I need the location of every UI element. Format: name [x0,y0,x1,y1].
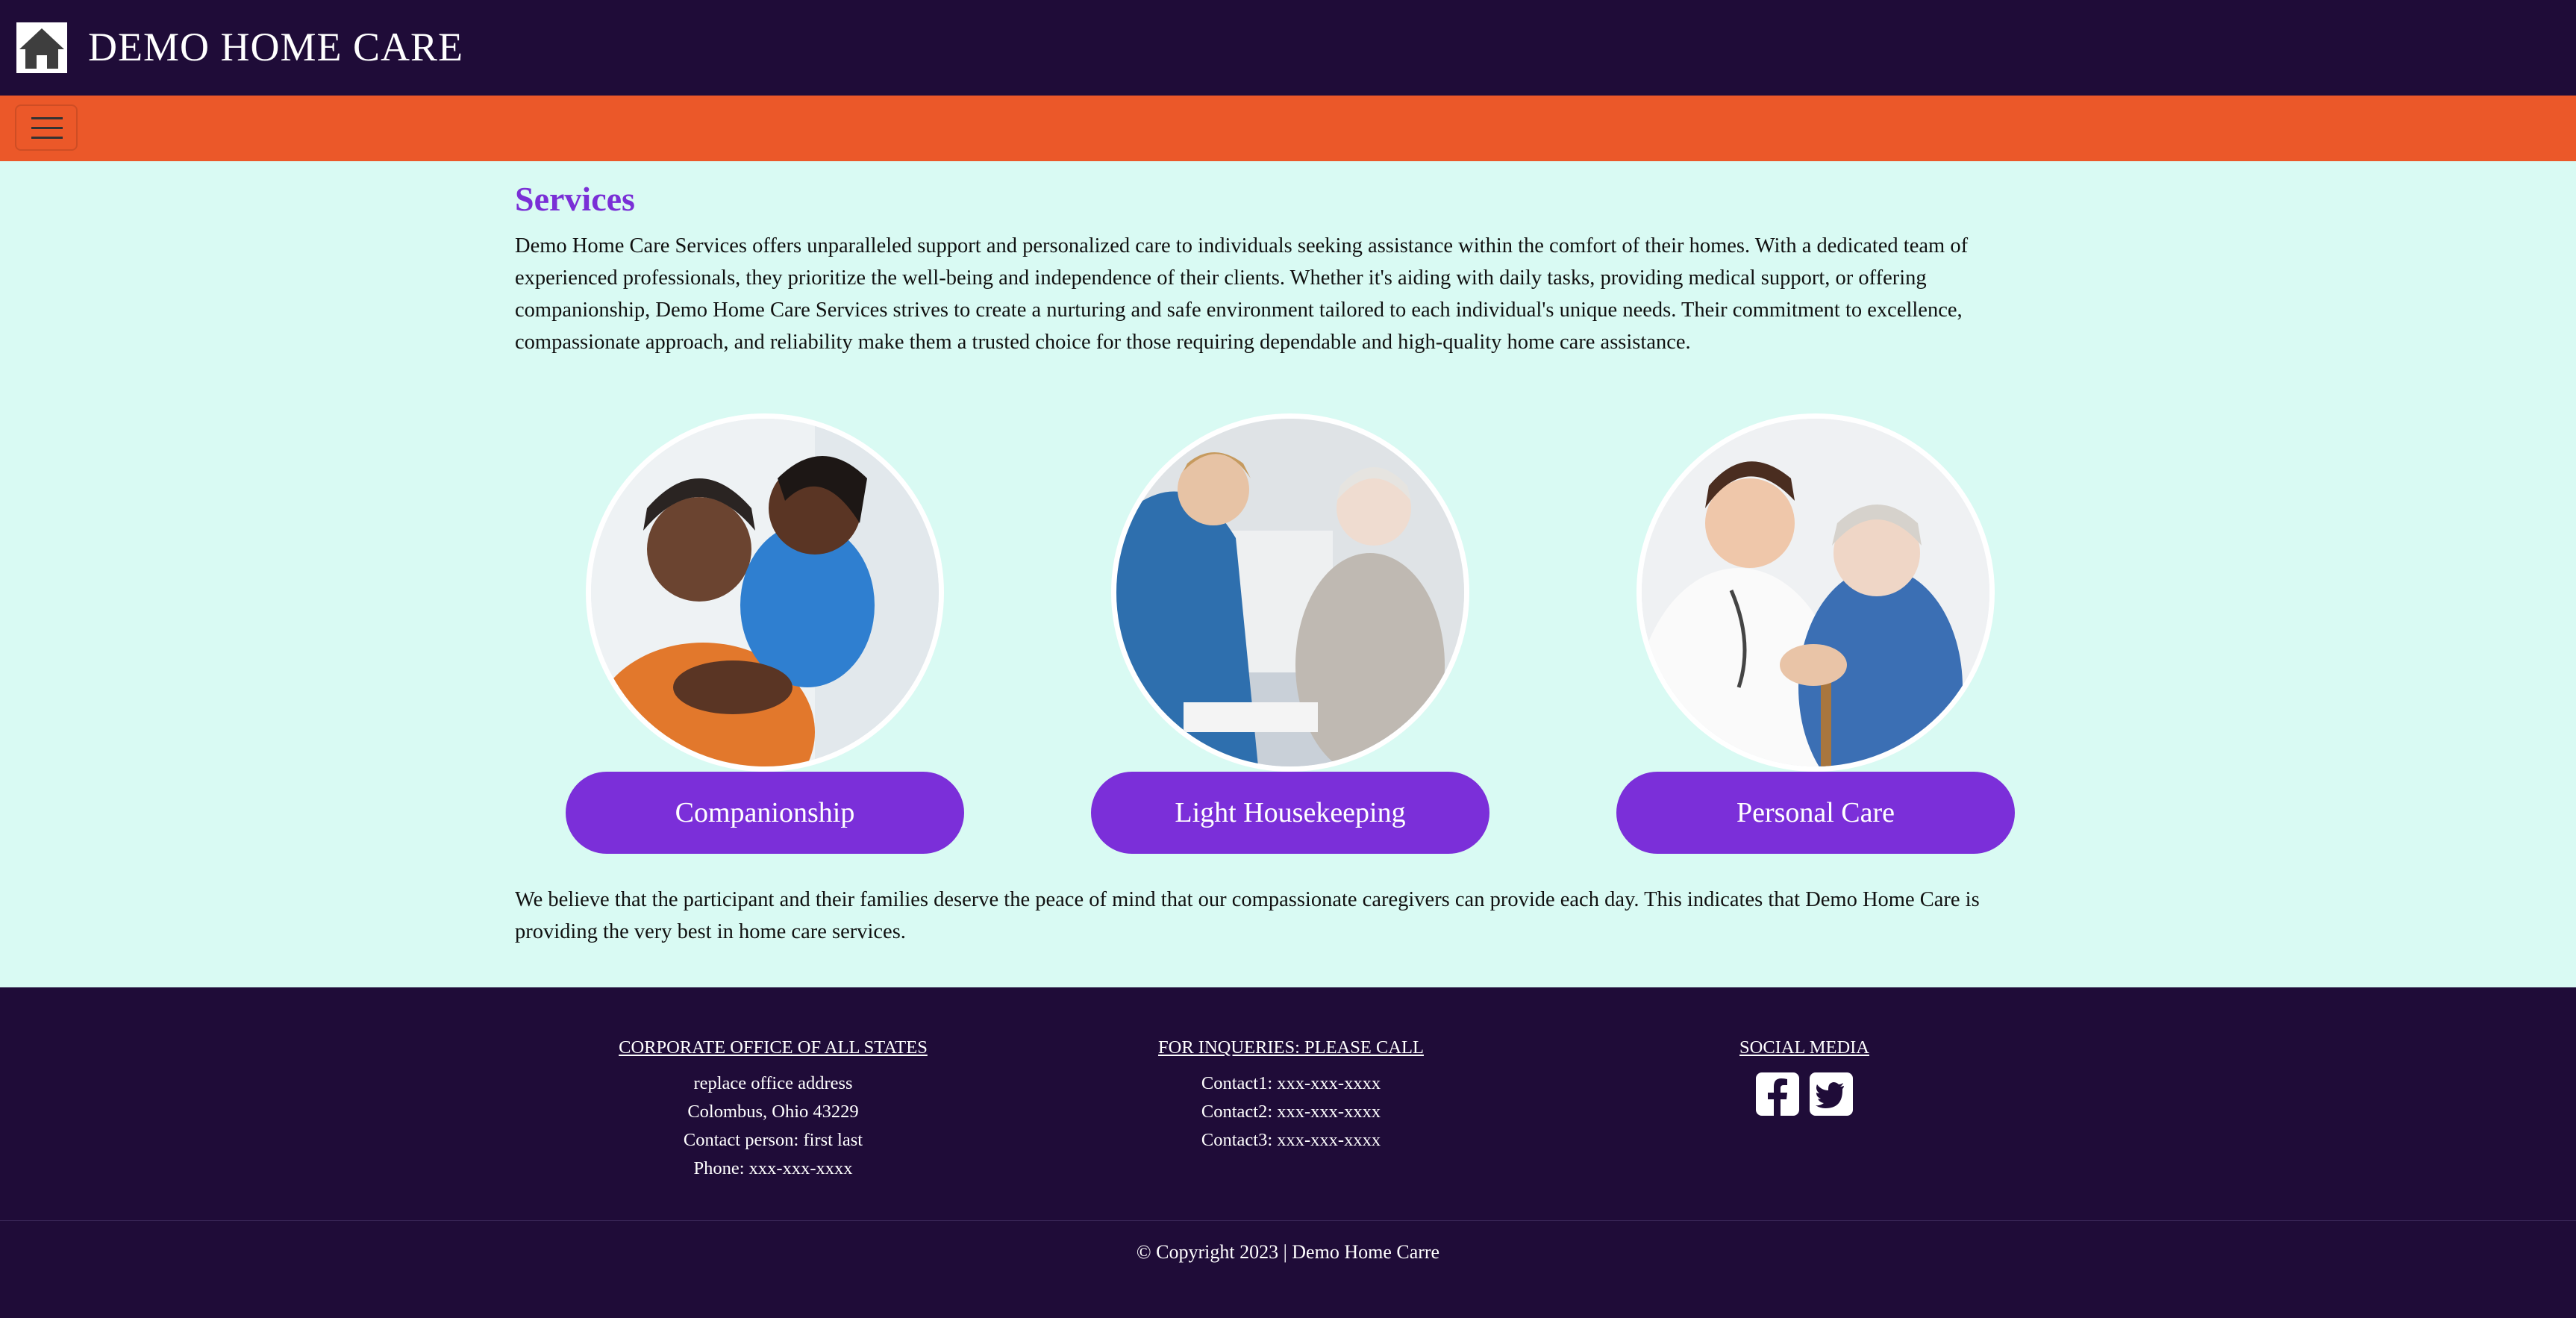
service-card-companionship: Companionship [566,413,964,861]
facebook-icon[interactable] [1755,1072,1799,1125]
office-address: replace office address [693,1073,853,1093]
footer-divider [0,1220,2576,1221]
top-header: DEMO HOME CARE [0,0,2576,96]
companionship-button[interactable]: Companionship [566,772,964,854]
contact-line-1: Contact1: xxx-xxx-xxxx [1201,1073,1381,1093]
contact-line-2: Contact2: xxx-xxx-xxxx [1201,1102,1381,1122]
footer: CORPORATE OFFICE OF ALL STATES replace o… [0,987,2576,1318]
personal-care-photo [1636,413,1995,772]
inquiries-column: FOR INQUERIES: PLEASE CALL Contact1: xxx… [1067,1034,1515,1155]
page-title: Services [515,180,635,218]
office-city: Colombus, Ohio 43229 [687,1102,859,1122]
social-media-column: SOCIAL MEDIA [1581,1034,2028,1125]
office-contact-person: Contact person: first last [683,1130,863,1150]
service-card-light-housekeeping: Light Housekeeping [1091,413,1489,861]
companionship-photo [586,413,944,772]
social-icons [1581,1072,2028,1125]
corporate-office-column: CORPORATE OFFICE OF ALL STATES replace o… [549,1034,997,1183]
twitter-icon[interactable] [1810,1072,1854,1125]
contact-line-3: Contact3: xxx-xxx-xxxx [1201,1130,1381,1150]
copyright-text: © Copyright 2023 | Demo Home Carre [1136,1241,1440,1263]
intro-paragraph: Demo Home Care Services offers unparalle… [515,234,1969,354]
service-card-personal-care: Personal Care [1616,413,2015,861]
office-phone: Phone: xxx-xxx-xxxx [693,1158,853,1178]
navigation-bar [0,96,2576,161]
social-media-heading: SOCIAL MEDIA [1739,1037,1869,1058]
site-brand[interactable]: DEMO HOME CARE [88,21,463,73]
inquiries-heading: FOR INQUERIES: PLEASE CALL [1158,1037,1424,1058]
corporate-office-heading: CORPORATE OFFICE OF ALL STATES [619,1037,928,1058]
hamburger-menu-icon [31,117,63,139]
personal-care-button[interactable]: Personal Care [1616,772,2015,854]
belief-paragraph: We believe that the participant and thei… [515,888,1980,943]
light-housekeeping-button[interactable]: Light Housekeeping [1091,772,1489,854]
menu-toggle-button[interactable] [15,104,78,151]
house-icon[interactable] [16,22,67,73]
light-housekeeping-photo [1111,413,1469,772]
